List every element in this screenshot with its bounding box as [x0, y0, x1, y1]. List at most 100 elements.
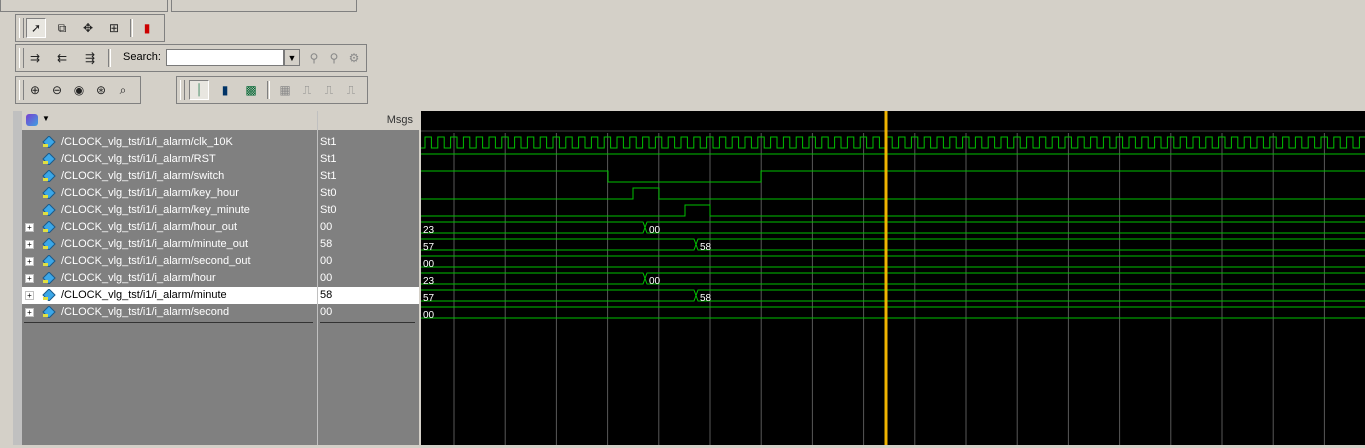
signal-value: 58 — [320, 238, 333, 250]
pan-icon: ✥ — [82, 21, 94, 35]
search-settings-button[interactable]: ⚙ — [344, 48, 364, 68]
waveform-canvas[interactable]: 23 00 57 58 00 23 00 57 58 00 — [421, 111, 1365, 445]
signal-diamond-icon — [42, 135, 56, 149]
signal-row[interactable]: + /CLOCK_vlg_tst/i1/i_alarm/second — [22, 304, 317, 321]
signal-row-button[interactable]: ▮ — [215, 80, 235, 100]
signal-values-pane[interactable]: Msgs St1 St1 St1 St0 St0 00 58 00 00 58 00 — [317, 111, 419, 445]
search-options-button[interactable]: ⚲ — [324, 48, 344, 68]
signal-value-row[interactable]: 00 — [318, 270, 419, 287]
zoom-full-icon: ◉ — [73, 83, 85, 97]
expand-icon[interactable]: + — [25, 291, 34, 300]
signal-value-row[interactable]: St1 — [318, 168, 419, 185]
expand-icon[interactable]: + — [25, 240, 34, 249]
chevron-down-icon[interactable]: ▼ — [42, 114, 50, 123]
signal-value: St1 — [320, 153, 337, 165]
bus-value-label: 23 — [423, 276, 435, 287]
signal-value-row[interactable]: 00 — [318, 253, 419, 270]
bus-wave-edge — [421, 272, 1365, 285]
arrow-cursor-icon: ➚ — [30, 21, 42, 35]
expand-icon[interactable]: + — [25, 257, 34, 266]
signal-value-row[interactable]: St1 — [318, 134, 419, 151]
signal-row[interactable]: + /CLOCK_vlg_tst/i1/i_alarm/second_out — [22, 253, 317, 270]
zoom-cursor-button[interactable]: ⊛ — [91, 80, 111, 100]
signal-diamond-icon — [42, 305, 56, 319]
bus-wave-edge — [421, 289, 1365, 302]
signal-row[interactable]: /CLOCK_vlg_tst/i1/i_alarm/RST — [22, 151, 317, 168]
signal-diamond-icon — [42, 152, 56, 166]
hatch-icon: ▦ — [279, 83, 291, 97]
bus-wave-edge — [421, 221, 1365, 234]
zoom-full-button[interactable]: ◉ — [69, 80, 89, 100]
key-hour-wave — [421, 187, 1365, 200]
signal-value-row[interactable]: 58 — [318, 287, 419, 304]
expand-icon[interactable]: + — [25, 274, 34, 283]
pan-mode-button[interactable]: ✥ — [78, 18, 98, 38]
signal-row[interactable]: /CLOCK_vlg_tst/i1/i_alarm/key_minute — [22, 202, 317, 219]
signal-names-pane[interactable]: ▼ /CLOCK_vlg_tst/i1/i_alarm/clk_10K/CLOC… — [13, 111, 317, 445]
format-analog-button[interactable]: ▦ — [275, 80, 295, 100]
toolbar-grip[interactable] — [19, 80, 24, 100]
prev-edge-button[interactable]: ⇇ — [52, 48, 72, 68]
toolbar-grip[interactable] — [180, 80, 185, 100]
signal-row[interactable]: /CLOCK_vlg_tst/i1/i_alarm/key_hour — [22, 185, 317, 202]
zoom-out-button[interactable]: ⊖ — [47, 80, 67, 100]
signal-name: /CLOCK_vlg_tst/i1/i_alarm/minute_out — [61, 238, 249, 250]
zoom-range-icon: ⌕ — [119, 82, 127, 97]
zoom-in-button[interactable]: ⊕ — [25, 80, 45, 100]
signal-row[interactable]: + /CLOCK_vlg_tst/i1/i_alarm/minute_out — [22, 236, 317, 253]
signal-row[interactable]: + /CLOCK_vlg_tst/i1/i_alarm/hour — [22, 270, 317, 287]
next-edge-button[interactable]: ⇶ — [80, 48, 100, 68]
row-icon: ▮ — [221, 83, 229, 97]
insert-cursor-button[interactable]: ⇉ — [25, 48, 45, 68]
wave-menu-icon[interactable] — [26, 114, 38, 126]
signal-name: /CLOCK_vlg_tst/i1/i_alarm/hour — [61, 272, 216, 284]
zoom-mode-button[interactable]: ⧉ — [52, 18, 72, 38]
stop-wave-button[interactable]: ▮ — [137, 18, 157, 38]
clk-10k-wave — [421, 136, 1365, 149]
bus-wave-edge — [421, 238, 1365, 251]
bus-wave-edge — [421, 272, 1365, 285]
select-mode-button[interactable]: ➚ — [26, 18, 46, 38]
signal-value-row[interactable]: St0 — [318, 202, 419, 219]
zoom-toolbar: ⊕ ⊖ ◉ ⊛ ⌕ — [15, 76, 141, 104]
signal-row[interactable]: /CLOCK_vlg_tst/i1/i_alarm/switch — [22, 168, 317, 185]
gear-icon: ⚙ — [348, 51, 360, 65]
expand-icon[interactable]: + — [25, 223, 34, 232]
signal-name: /CLOCK_vlg_tst/i1/i_alarm/minute — [61, 289, 227, 301]
cursor-line-button[interactable]: ⏐ — [189, 80, 209, 100]
zoom-range-button[interactable]: ⌕ — [113, 80, 133, 100]
search-dropdown-button[interactable]: ▼ — [284, 49, 300, 66]
toolbar-grip[interactable] — [19, 48, 24, 68]
search-input[interactable] — [166, 49, 284, 66]
waveform-button[interactable]: ▩ — [241, 80, 261, 100]
signal-value-row[interactable]: 00 — [318, 304, 419, 321]
edit-wave-icon: ⊞ — [108, 21, 120, 35]
signal-value-row[interactable]: St0 — [318, 185, 419, 202]
signal-row[interactable]: + /CLOCK_vlg_tst/i1/i_alarm/minute — [22, 287, 317, 304]
signal-value: 58 — [320, 289, 333, 301]
signal-value-row[interactable]: St1 — [318, 151, 419, 168]
signal-value: St1 — [320, 136, 337, 148]
format-event-button[interactable]: ⎍ — [319, 80, 339, 100]
signal-row[interactable]: /CLOCK_vlg_tst/i1/i_alarm/clk_10K — [22, 134, 317, 151]
step-icon: ⎍ — [324, 82, 334, 97]
rising-edge-icon: ⎍ — [346, 82, 356, 97]
waveform-pane[interactable]: 23 00 57 58 00 23 00 57 58 00 — [421, 111, 1365, 445]
binoculars-next-icon: ⚲ — [329, 51, 339, 65]
cursor-line-icon: ⏐ — [195, 82, 203, 97]
key-minute-wave — [421, 204, 1365, 217]
bus-wave-edge — [421, 238, 1365, 251]
bus-value-label: 57 — [423, 293, 435, 304]
bus-value-label: 58 — [700, 242, 712, 253]
signal-value-row[interactable]: 00 — [318, 219, 419, 236]
format-literal-button[interactable]: ⎍ — [297, 80, 317, 100]
signal-name: /CLOCK_vlg_tst/i1/i_alarm/key_hour — [61, 187, 239, 199]
toolbar-grip[interactable] — [19, 18, 24, 38]
bus-wave-edge — [421, 221, 1365, 234]
edit-mode-button[interactable]: ⊞ — [104, 18, 124, 38]
signal-row[interactable]: + /CLOCK_vlg_tst/i1/i_alarm/hour_out — [22, 219, 317, 236]
signal-value-row[interactable]: 58 — [318, 236, 419, 253]
expand-icon[interactable]: + — [25, 308, 34, 317]
format-logic-button[interactable]: ⎍ — [341, 80, 361, 100]
search-find-button[interactable]: ⚲ — [304, 48, 324, 68]
